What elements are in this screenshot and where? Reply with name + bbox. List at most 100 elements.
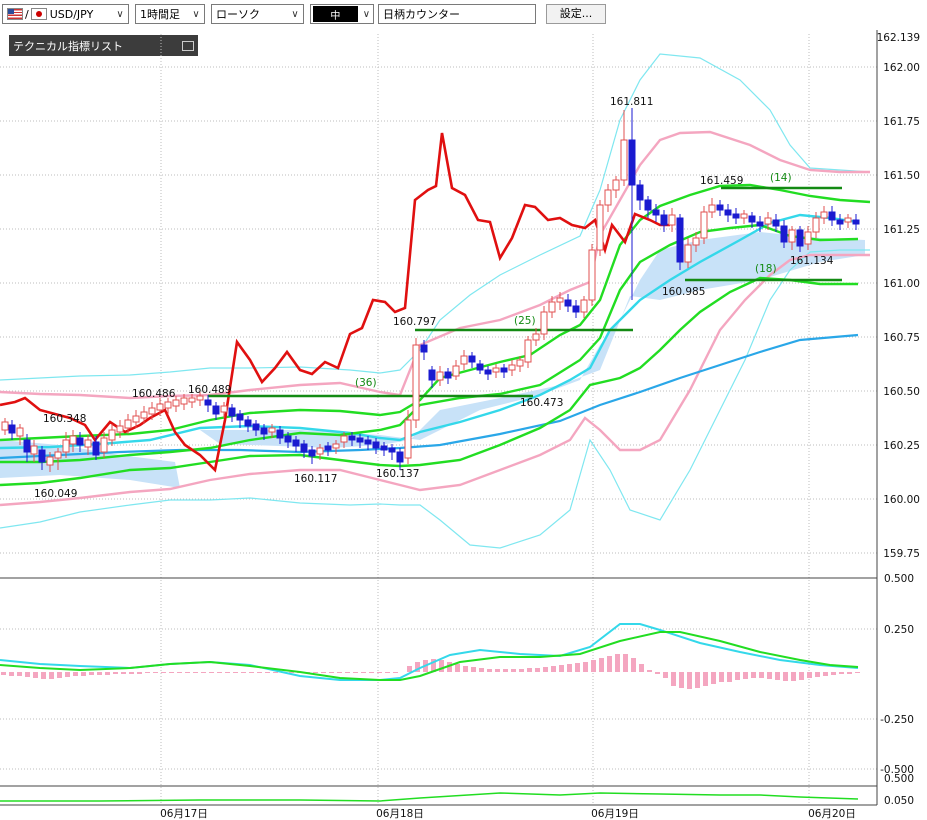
annotation-low: 160.985: [662, 286, 705, 298]
settings-button[interactable]: 設定...: [546, 4, 606, 24]
candle-body: [732, 213, 740, 219]
chevron-down-icon: ∨: [116, 8, 124, 20]
macd-bar: [65, 672, 70, 677]
price-label: 160.50: [883, 386, 920, 398]
candle-body: [548, 301, 556, 313]
macd-bar: [751, 672, 756, 678]
currency-flags-icon: /: [7, 8, 47, 21]
macd-axis: 0.500 0.250 -0.250 -0.500: [880, 573, 914, 776]
macd-bar: [113, 672, 118, 674]
chevron-down-icon: ∨: [362, 8, 371, 20]
candle-body: [292, 439, 300, 447]
date-label: 06月20日: [808, 808, 856, 820]
candle-body: [172, 399, 180, 407]
macd-bar: [9, 672, 14, 676]
candle-body: [716, 204, 724, 211]
macd-bar: [313, 672, 318, 673]
macd-bar: [33, 672, 38, 678]
macd-bar: [479, 668, 484, 672]
macd-bar: [543, 667, 548, 672]
macd-bar: [495, 669, 500, 672]
macd-bar: [567, 664, 572, 672]
annotation-low: 160.117: [294, 473, 337, 485]
candle-body: [764, 217, 772, 225]
macd-bar: [599, 658, 604, 672]
price-label: 160.00: [883, 494, 920, 506]
macd-bar: [807, 672, 812, 678]
macd-bar: [503, 669, 508, 672]
line-width-select[interactable]: 中 ∨: [310, 4, 374, 24]
toolbar: / USD/JPY ∨ 1時間足 ∨ ローソク ∨ 中 ∨ 日柄カウンター 設定…: [0, 0, 927, 30]
macd-bar: [153, 672, 158, 673]
macd-bar: [1, 672, 6, 675]
candle-body: [676, 217, 684, 263]
candle-body: [188, 397, 196, 403]
macd-bar: [185, 672, 190, 673]
macd-bar: [783, 672, 788, 681]
candle-body: [148, 407, 156, 415]
macd-bar: [671, 672, 676, 686]
day-counter-field[interactable]: 日柄カウンター: [378, 4, 536, 24]
macd-bar: [535, 668, 540, 672]
price-label: 161.00: [883, 278, 920, 290]
macd-bar: [17, 672, 22, 676]
candle-body: [76, 437, 84, 446]
date-label: 06月18日: [376, 808, 424, 820]
macd-bar: [137, 672, 142, 674]
candle-body: [316, 447, 324, 455]
macd-bar: [639, 664, 644, 672]
date-label: 06月17日: [160, 808, 208, 820]
candle-body: [364, 439, 372, 445]
sub-axis: 0.500 0.050: [884, 773, 914, 807]
candle-body: [252, 423, 260, 431]
candle-body: [356, 437, 364, 443]
macd-bar: [89, 672, 94, 675]
candle-body: [692, 237, 700, 246]
candle-body: [444, 371, 452, 379]
sub-label: 0.050: [884, 795, 914, 807]
chart-type-select[interactable]: ローソク ∨: [211, 4, 304, 24]
jp-flag-icon: [30, 8, 47, 20]
count-label: (14): [770, 172, 792, 184]
macd-bar: [49, 672, 54, 679]
candle-body: [164, 401, 172, 409]
candle-body: [524, 339, 532, 363]
candle-body: [332, 443, 340, 449]
candle-body: [724, 209, 732, 216]
candle-body: [1, 421, 9, 431]
candle-body: [436, 371, 444, 381]
macd-bar: [129, 672, 134, 674]
macd-bar: [97, 672, 102, 675]
macd-bar: [679, 672, 684, 688]
macd-bar: [743, 672, 748, 679]
annotation-low: 161.134: [790, 255, 834, 267]
macd-bar: [735, 672, 740, 680]
macd-bar: [519, 669, 524, 672]
annotation-low: 160.137: [376, 468, 419, 480]
candle-body: [380, 445, 388, 451]
candle-body: [388, 447, 396, 453]
candle-body: [108, 429, 116, 441]
macd-bar: [361, 672, 366, 673]
candle-body: [460, 355, 468, 365]
count-label: (36): [355, 377, 377, 389]
candle-body: [8, 424, 16, 434]
price-chart[interactable]: 162.139 162.00 161.75 161.50 161.25 161.…: [0, 30, 927, 820]
count-label: (18): [755, 263, 777, 275]
candle-body: [748, 215, 756, 223]
symbol-select[interactable]: / USD/JPY ∨: [2, 4, 129, 24]
macd-bar: [839, 672, 844, 674]
macd-bar: [193, 672, 198, 673]
date-grid: [160, 34, 810, 805]
candle-body: [212, 405, 220, 415]
candle-body: [532, 333, 540, 341]
macd-bar: [321, 672, 326, 673]
macd-bar: [711, 672, 716, 684]
annotation-high: 160.486: [132, 388, 176, 400]
macd-bar: [105, 672, 110, 675]
candle-body: [236, 413, 244, 421]
timeframe-select[interactable]: 1時間足 ∨: [135, 4, 205, 24]
candle-body: [204, 399, 212, 406]
candle-body: [116, 425, 124, 433]
candle-body: [828, 211, 836, 221]
